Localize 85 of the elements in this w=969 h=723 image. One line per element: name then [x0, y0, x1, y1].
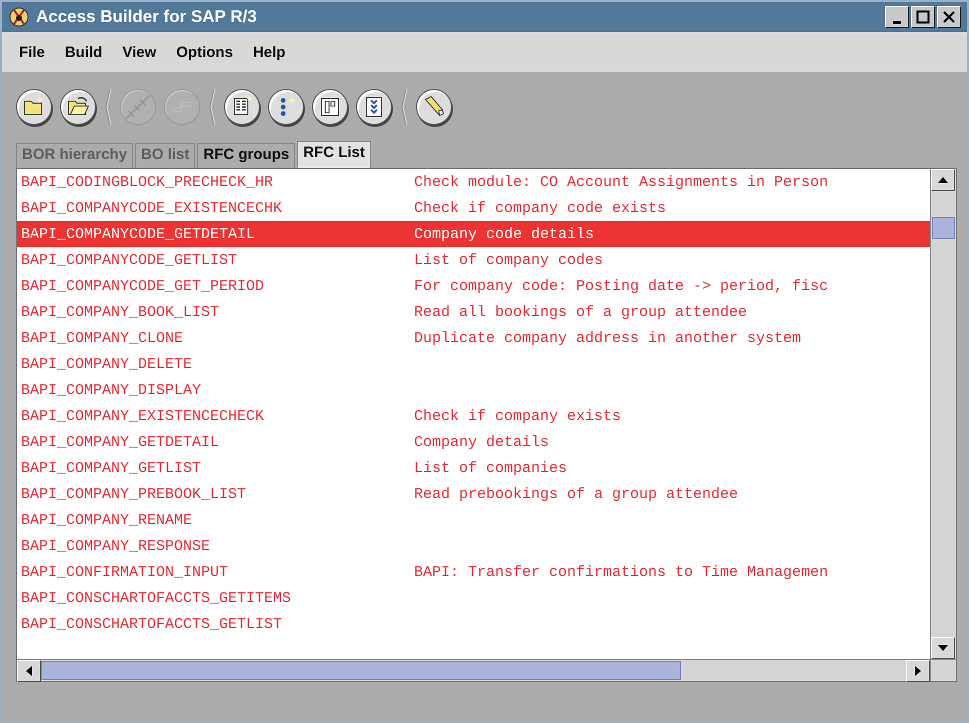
- scroll-down-button[interactable]: [931, 637, 955, 659]
- function-name: BAPI_COMPANY_BOOK_LIST: [21, 304, 220, 320]
- function-description: Check module: CO Account Assignments in Person: [414, 174, 830, 190]
- function-name: BAPI_CODINGBLOCK_PRECHECK_HR: [21, 174, 274, 190]
- function-name: BAPI_COMPANYCODE_GETLIST: [21, 252, 238, 268]
- function-name: BAPI_COMPANY_PREBOOK_LIST: [21, 486, 248, 502]
- list-row[interactable]: BAPI_COMPANY_PREBOOK_LIST Read prebookings of a group attendee: [17, 481, 930, 507]
- function-description: Check if company code exists: [414, 200, 668, 216]
- function-name: BAPI_CONSCHARTOFACCTS_GETLIST: [21, 616, 284, 632]
- list-row[interactable]: BAPI_CONFIRMATION_INPUT BAPI: Transfer confirmations to Time Managemen: [17, 559, 930, 585]
- function-description: Read prebookings of a group attendee: [414, 486, 740, 502]
- close-button[interactable]: [937, 6, 961, 28]
- vertical-scrollbar[interactable]: [930, 169, 956, 659]
- menu-item[interactable]: View: [113, 40, 166, 64]
- function-name: BAPI_COMPANY_RESPONSE: [21, 538, 212, 554]
- toolbar-button[interactable]: [312, 89, 348, 125]
- function-name: BAPI_COMPANYCODE_GET_PERIOD: [21, 278, 266, 294]
- scroll-thumb[interactable]: [41, 661, 681, 680]
- function-description: Company code details: [414, 226, 596, 242]
- list-row[interactable]: BAPI_CONSCHARTOFACCTS_GETITEMS: [17, 585, 930, 611]
- toolbar-button[interactable]: [268, 89, 304, 125]
- list-row[interactable]: BAPI_CODINGBLOCK_PRECHECK_HR Check module: CO Account Assignments in Person: [17, 169, 930, 195]
- function-description: For company code: Posting date -> period, fisc: [414, 278, 830, 294]
- function-description: Duplicate company address in another system: [414, 330, 802, 346]
- left-arrow-icon: [25, 665, 33, 677]
- list-row[interactable]: BAPI_COMPANY_RESPONSE: [17, 533, 930, 559]
- scroll-thumb[interactable]: [932, 217, 955, 239]
- toolbar-button[interactable]: [60, 89, 96, 125]
- function-name: BAPI_COMPANY_GETLIST: [21, 460, 202, 476]
- minimize-button[interactable]: [885, 6, 909, 28]
- list-row[interactable]: BAPI_COMPANY_GETLIST List of companies: [17, 455, 930, 481]
- menu-item[interactable]: Build: [56, 40, 112, 64]
- minimize-icon: [893, 20, 901, 24]
- tab[interactable]: RFC groups: [197, 143, 296, 168]
- up-arrow-icon: [937, 176, 949, 184]
- list-row[interactable]: BAPI_COMPANYCODE_GETLIST List of company codes: [17, 247, 930, 273]
- tab[interactable]: RFC List: [297, 141, 371, 168]
- scroll-left-button[interactable]: [17, 660, 41, 682]
- function-name: BAPI_COMPANY_GETDETAIL: [21, 434, 220, 450]
- menu-item[interactable]: File: [10, 40, 54, 64]
- list-row[interactable]: BAPI_COMPANY_BOOK_LIST Read all bookings of a group attendee: [17, 299, 930, 325]
- list-row[interactable]: BAPI_COMPANY_GETDETAIL Company details: [17, 429, 930, 455]
- function-name: BAPI_COMPANY_RENAME: [21, 512, 194, 528]
- function-name: BAPI_COMPANY_CLONE: [21, 330, 184, 346]
- toolbar-button[interactable]: [356, 89, 392, 125]
- separator-icon: [104, 87, 112, 127]
- function-name: BAPI_CONSCHARTOFACCTS_GETITEMS: [21, 590, 292, 606]
- function-name: BAPI_COMPANY_EXISTENCECHECK: [21, 408, 266, 424]
- toolbar-button[interactable]: [224, 89, 260, 125]
- scroll-up-button[interactable]: [931, 169, 955, 191]
- list-row[interactable]: BAPI_COMPANY_DELETE: [17, 351, 930, 377]
- separator-icon: [208, 87, 216, 127]
- list-row[interactable]: BAPI_COMPANY_DISPLAY: [17, 377, 930, 403]
- close-icon: [942, 10, 956, 24]
- function-description: Check if company exists: [414, 408, 622, 424]
- maximize-icon: [916, 10, 930, 24]
- function-description: Company details: [414, 434, 550, 450]
- function-description: List of companies: [414, 460, 568, 476]
- function-name: BAPI_COMPANYCODE_GETDETAIL: [21, 226, 256, 242]
- maximize-button[interactable]: [911, 6, 935, 28]
- horizontal-scrollbar[interactable]: [17, 659, 930, 681]
- list-row[interactable]: BAPI_COMPANY_RENAME: [17, 507, 930, 533]
- function-name: BAPI_COMPANY_DISPLAY: [21, 382, 202, 398]
- list-row[interactable]: BAPI_COMPANYCODE_EXISTENCECHK Check if company code exists: [17, 195, 930, 221]
- menu-item[interactable]: Options: [167, 40, 242, 64]
- function-name: BAPI_COMPANY_DELETE: [21, 356, 194, 372]
- scrollbar-corner: [930, 659, 956, 681]
- down-arrow-icon: [937, 644, 949, 652]
- function-description: List of company codes: [414, 252, 604, 268]
- function-name: BAPI_COMPANYCODE_EXISTENCECHK: [21, 200, 284, 216]
- window-title: Access Builder for SAP R/3: [36, 7, 258, 27]
- right-arrow-icon: [914, 665, 922, 677]
- scroll-right-button[interactable]: [906, 660, 930, 682]
- list-row[interactable]: BAPI_CONSCHARTOFACCTS_GETLIST: [17, 611, 930, 637]
- separator-icon: [400, 87, 408, 127]
- menu-item[interactable]: Help: [244, 40, 294, 64]
- function-description: Read all bookings of a group attendee: [414, 304, 748, 320]
- function-description: BAPI: Transfer confirmations to Time Managemen: [414, 564, 830, 580]
- list-row[interactable]: BAPI_COMPANY_CLONE Duplicate company address in another system: [17, 325, 930, 351]
- function-name: BAPI_CONFIRMATION_INPUT: [21, 564, 230, 580]
- list-row[interactable]: BAPI_COMPANYCODE_GETDETAIL Company code details: [17, 221, 930, 247]
- app-icon: [8, 6, 30, 28]
- toolbar-button[interactable]: [16, 89, 52, 125]
- list-row[interactable]: BAPI_COMPANY_EXISTENCECHECK Check if company exists: [17, 403, 930, 429]
- list-row[interactable]: BAPI_COMPANYCODE_GET_PERIOD For company code: Posting date -> period, fisc: [17, 273, 930, 299]
